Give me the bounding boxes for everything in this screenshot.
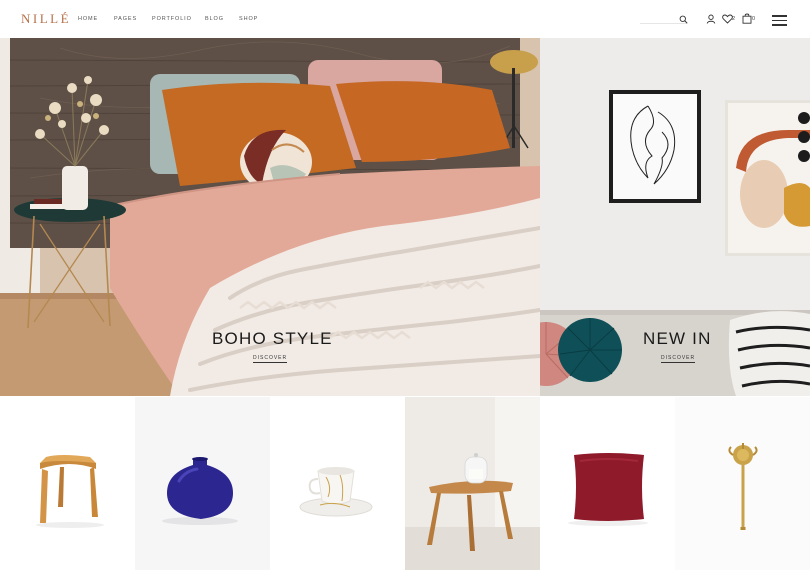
shopping-bag-icon[interactable] [742,13,752,24]
marble-cup-image [299,467,373,517]
product-wooden-stool[interactable] [0,397,135,570]
blue-vase-image [162,457,238,525]
nav-item-portfolio[interactable]: PORTFOLIO [152,15,191,23]
nav-item-pages[interactable]: PAGES [114,15,136,23]
side-table-image [405,397,540,570]
boho-style-banner[interactable]: BOHO STYLE DISCOVER [0,38,540,396]
hamburger-menu-icon[interactable] [772,15,787,26]
new-in-title: NEW IN [643,329,712,348]
boho-style-title: BOHO STYLE [212,329,333,348]
new-in-banner[interactable]: NEW IN DISCOVER [540,38,810,396]
product-brass-hook[interactable] [675,397,810,570]
red-pillow-image [568,453,648,526]
search-input[interactable] [640,12,676,23]
wishlist-count: 2 [732,16,736,22]
main-nav: HOME PAGES PORTFOLIO BLOG SHOP [78,15,274,23]
product-red-pillow[interactable] [540,397,675,570]
user-icon[interactable] [706,14,716,24]
product-side-table[interactable] [405,397,540,570]
site-header: NILLÉ HOME PAGES PORTFOLIO BLOG SHOP 2 0 [0,0,810,38]
wooden-stool-image [36,455,104,528]
brass-hook-image [728,443,758,530]
cart-count: 0 [752,16,756,22]
new-in-discover-link[interactable]: DISCOVER [661,355,696,363]
site-logo[interactable]: NILLÉ [21,11,71,27]
search-icon[interactable] [679,15,688,24]
product-marble-cup[interactable] [270,397,405,570]
product-blue-vase[interactable] [135,397,270,570]
nav-item-blog[interactable]: BLOG [205,15,223,23]
nav-item-home[interactable]: HOME [78,15,97,23]
boho-discover-link[interactable]: DISCOVER [253,355,288,363]
nav-item-shop[interactable]: SHOP [239,15,257,23]
product-strip [0,397,810,570]
